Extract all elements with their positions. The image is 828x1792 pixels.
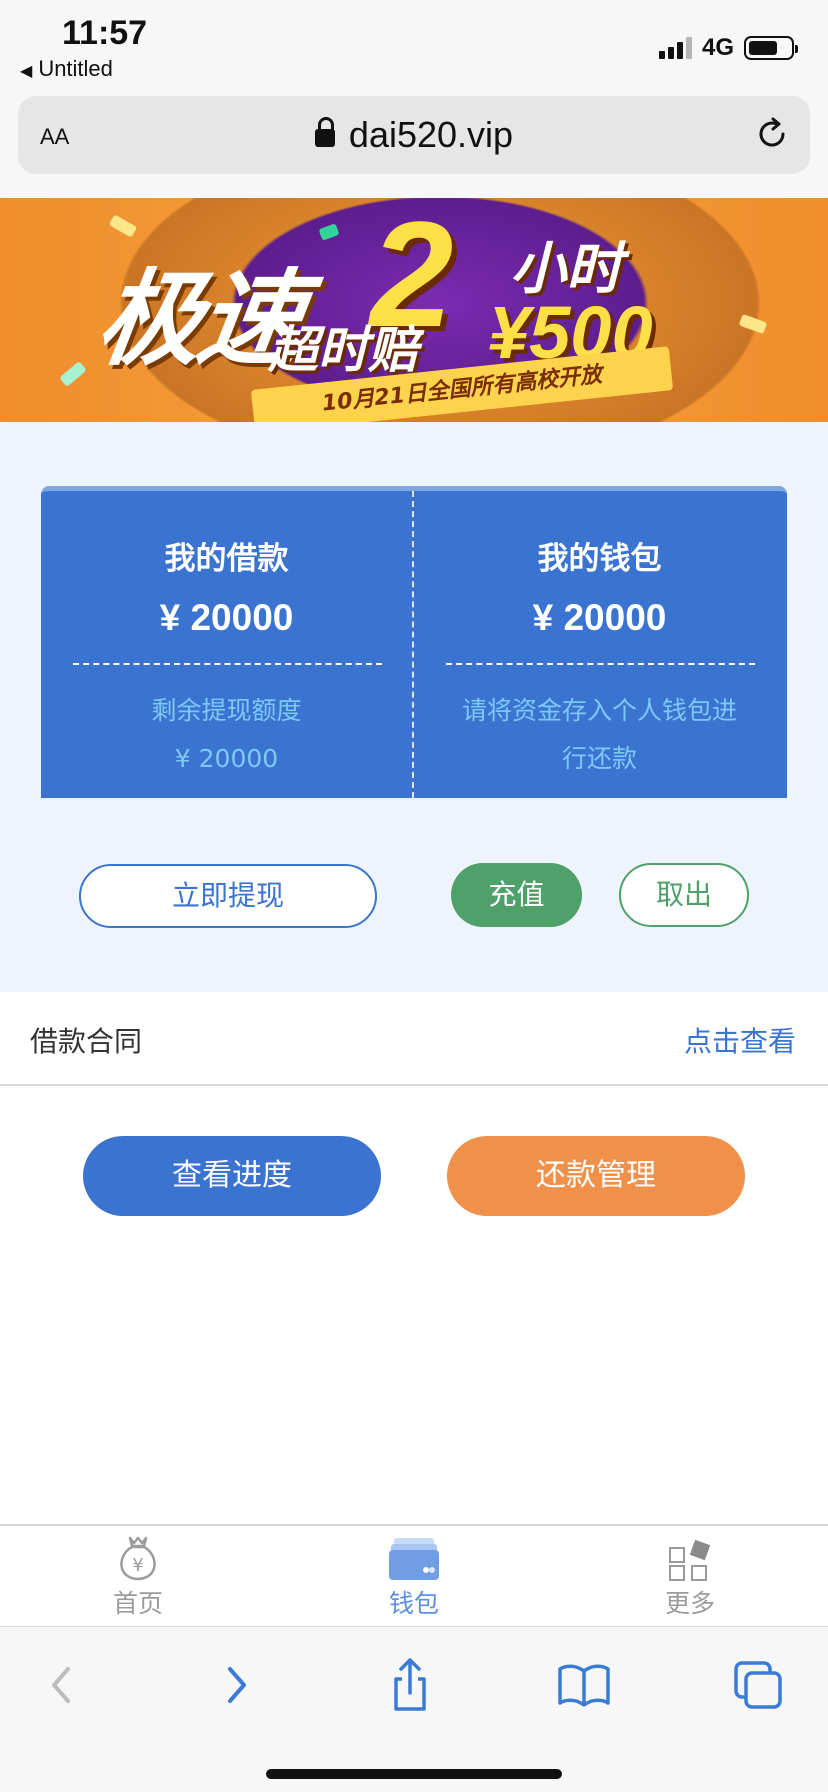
status-indicators: 4G (658, 34, 798, 62)
loan-note-line2: ¥ 20000 (174, 744, 279, 773)
view-contract-link[interactable]: 点击查看 (684, 1020, 796, 1060)
share-icon[interactable] (380, 1655, 440, 1715)
takeout-button[interactable]: 取出 (619, 863, 749, 927)
loan-note-line1: 剩余提现额度 (151, 696, 302, 725)
wallet-note: 请将资金存入个人钱包进 行还款 (434, 687, 765, 783)
loan-column: 我的借款 ¥ 20000 剩余提现额度 ¥ 20000 (41, 491, 412, 798)
cellular-signal-icon (658, 37, 692, 59)
back-triangle-icon: ◀ (20, 63, 33, 80)
browser-toolbar (0, 1626, 828, 1792)
loan-contract-row[interactable]: 借款合同 点击查看 (0, 992, 828, 1086)
wallet-amount: ¥ 20000 (532, 597, 667, 638)
contract-label: 借款合同 (30, 1025, 143, 1058)
tab-home-label: 首页 (112, 1589, 163, 1618)
home-indicator[interactable] (266, 1769, 562, 1779)
tab-wallet[interactable]: 钱包 (334, 1526, 494, 1626)
dashed-divider (446, 663, 755, 665)
back-icon[interactable] (32, 1655, 92, 1715)
url-display[interactable]: dai520.vip (18, 114, 810, 156)
network-type: 4G (701, 34, 734, 61)
tab-home[interactable]: ¥ 首页 (58, 1526, 218, 1626)
status-bar: 11:57 ◀ Untitled 4G (0, 0, 828, 92)
loan-note: 剩余提现额度 ¥ 20000 (61, 687, 392, 783)
recharge-button[interactable]: 充值 (451, 863, 582, 927)
svg-text:¥: ¥ (132, 1555, 143, 1576)
balance-card: 我的借款 ¥ 20000 剩余提现额度 ¥ 20000 我的钱包 ¥ 20000… (41, 486, 787, 798)
status-time: 11:57 (62, 14, 148, 52)
bookmarks-icon[interactable] (554, 1655, 614, 1715)
repayment-management-button[interactable]: 还款管理 (447, 1136, 745, 1216)
promo-banner[interactable]: 极速 2 小时 超时赔 ¥500 10月21日全国所有高校开放 (0, 198, 828, 422)
back-to-app-link[interactable]: ◀ Untitled (20, 56, 113, 82)
withdraw-button[interactable]: 立即提现 (79, 864, 377, 928)
back-app-label: Untitled (38, 56, 113, 81)
lock-icon (314, 117, 335, 149)
dashed-divider (73, 663, 382, 665)
reload-icon[interactable] (754, 116, 790, 152)
url-text: dai520.vip (348, 114, 514, 155)
tabs-icon[interactable] (728, 1655, 788, 1715)
tab-more[interactable]: 更多 (610, 1526, 770, 1626)
wallet-note-line2: 行还款 (561, 744, 637, 773)
grid-icon (669, 1539, 711, 1581)
confetti-shape (59, 361, 87, 387)
banner-subline: 超时赔 (268, 321, 418, 379)
loan-amount: ¥ 20000 (159, 597, 294, 638)
tab-more-label: 更多 (664, 1589, 715, 1618)
wallet-icon (389, 1538, 439, 1580)
loan-title: 我的借款 (164, 541, 289, 577)
wallet-title: 我的钱包 (537, 541, 662, 577)
battery-icon (744, 36, 798, 60)
forward-icon[interactable] (206, 1655, 266, 1715)
wallet-column: 我的钱包 ¥ 20000 请将资金存入个人钱包进 行还款 (414, 491, 785, 798)
wallet-note-line1: 请将资金存入个人钱包进 (461, 696, 737, 725)
address-bar[interactable]: AA dai520.vip (18, 96, 810, 174)
browser-address-area: AA dai520.vip (0, 92, 828, 198)
account-summary-section: 我的借款 ¥ 20000 剩余提现额度 ¥ 20000 我的钱包 ¥ 20000… (0, 422, 828, 992)
app-tab-bar: ¥ 首页 钱包 更多 (0, 1524, 828, 1626)
view-progress-button[interactable]: 查看进度 (83, 1136, 381, 1216)
tab-wallet-label: 钱包 (388, 1589, 439, 1618)
money-bag-icon: ¥ (120, 1536, 156, 1581)
